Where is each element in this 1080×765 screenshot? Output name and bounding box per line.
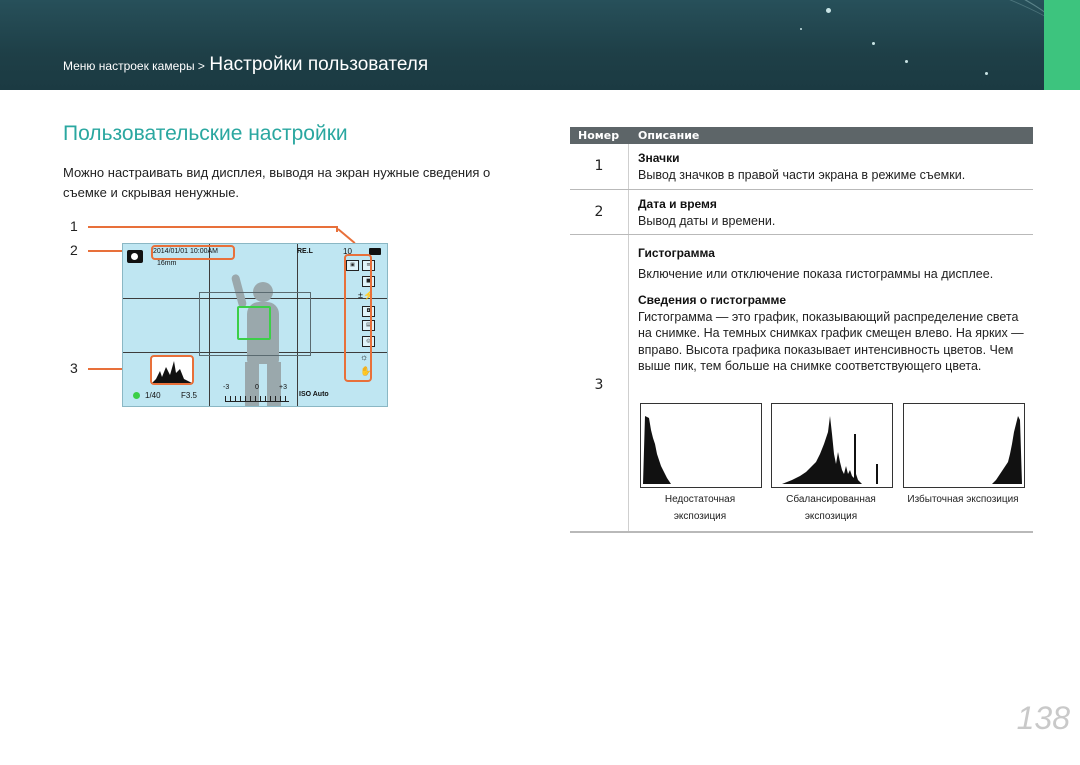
histogram-caption-underexposed: Недостаточная экспозиция <box>630 491 770 525</box>
table-row: 2 Дата и время Вывод даты и времени. <box>570 190 1033 235</box>
datetime-highlight <box>151 245 235 260</box>
header-description: Описание <box>638 129 700 142</box>
page-number: 138 <box>1016 700 1070 736</box>
row-text: Включение или отключение показа гистогра… <box>638 266 994 281</box>
histogram-balanced <box>771 403 893 488</box>
row-text: Вывод значков в правой части экрана в ре… <box>638 167 966 182</box>
callout-number-1: 1 <box>70 218 78 234</box>
shutter-speed: 1/40 <box>145 391 161 400</box>
histogram-overexposed <box>903 403 1025 488</box>
callout-line-1 <box>88 226 338 228</box>
breadcrumb-parent[interactable]: Меню настроек камеры > <box>63 59 205 73</box>
sparkle-dot <box>985 72 988 75</box>
row-number: 2 <box>594 204 604 220</box>
aperture-value: F3.5 <box>181 391 198 400</box>
page-title: Пользовательские настройки <box>63 122 348 145</box>
row-title: Значки <box>638 151 680 165</box>
breadcrumb-current: Настройки пользователя <box>209 54 429 75</box>
caption-line: Недостаточная <box>664 494 736 505</box>
sparkle-dot <box>800 28 802 30</box>
quality-text: RE.L <box>297 248 313 255</box>
caption-line: Избыточная экспозиция <box>907 494 1019 505</box>
sparkle-dot <box>872 42 875 45</box>
ev-minus: -3 <box>223 384 230 391</box>
caption-line: экспозиция <box>804 511 858 522</box>
exposure-scale <box>225 396 289 402</box>
callout-number-2: 2 <box>70 242 78 258</box>
af-area <box>199 292 311 356</box>
row-title: Дата и время <box>638 197 717 211</box>
program-mode-icon <box>127 250 143 263</box>
camera-screen: 2014/01/01 10:00AM 16mm RE.L 10 ▣ ≡ ■ ±⚡… <box>122 243 388 407</box>
header-number: Номер <box>578 129 620 142</box>
intro-text: Можно настраивать вид дисплея, выводя на… <box>63 165 491 200</box>
callout-number-3: 3 <box>70 360 78 376</box>
icons-highlight <box>344 254 372 382</box>
table-row: 1 Значки Вывод значков в правой части эк… <box>570 144 1033 190</box>
row-number: 3 <box>594 377 604 393</box>
table-header: Номер Описание <box>570 127 1033 144</box>
histogram-caption-balanced: Сбалансированная экспозиция <box>761 491 901 525</box>
row-subtext: Гистограмма — это график, показывающий р… <box>638 309 1024 374</box>
row-title: Гистограмма <box>638 246 715 260</box>
row-number: 1 <box>594 158 604 174</box>
histogram-caption-overexposed: Избыточная экспозиция <box>893 491 1033 508</box>
sparkle-dot <box>826 8 831 13</box>
row-text: Вывод даты и времени. <box>638 213 776 228</box>
histogram-highlight <box>150 355 194 385</box>
breadcrumb: Меню настроек камеры > Настройки пользов… <box>63 54 428 76</box>
callout-line-1 <box>337 228 356 244</box>
page-header: Меню настроек камеры > Настройки пользов… <box>0 0 1080 90</box>
size-text: 16mm <box>157 260 177 267</box>
caption-line: Сбалансированная <box>786 494 876 505</box>
ev-plus: +3 <box>279 384 287 391</box>
section-tab[interactable] <box>1044 0 1080 90</box>
sparkle-dot <box>905 60 908 63</box>
iso-value: ISO Auto <box>299 391 329 398</box>
row-subtitle: Сведения о гистограмме <box>638 293 787 307</box>
histogram-underexposed <box>640 403 762 488</box>
caption-line: экспозиция <box>673 511 727 522</box>
focus-ok-indicator <box>133 392 140 399</box>
ev-zero: 0 <box>255 384 259 391</box>
